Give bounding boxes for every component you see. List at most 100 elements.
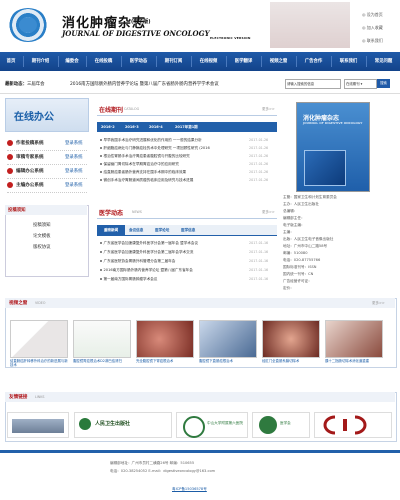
add-favorite-link[interactable]: ◎ 加入收藏: [362, 25, 383, 31]
news-list-item[interactable]: 2016南方国际肠外肠内营养学论坛 暨第八届广东省年会: [100, 268, 193, 273]
nav-contact[interactable]: 联系我们: [332, 52, 365, 71]
tab-forum[interactable]: 医学论坛: [155, 225, 169, 235]
video-caption[interactable]: 腹腔镜胃癌根治术D2淋巴结清扫: [73, 359, 133, 363]
contact-link[interactable]: ◎ 联系我们: [362, 38, 383, 44]
partner-logo-cmda[interactable]: [314, 412, 392, 438]
nav-medical-news[interactable]: 医学动态: [122, 52, 155, 71]
nav-translation[interactable]: 医学翻译: [227, 52, 260, 71]
tab-issue[interactable]: 2016-2: [101, 122, 115, 132]
set-homepage-link[interactable]: ◎ 设为首页: [362, 12, 383, 18]
system-label: 主编办公系统: [16, 183, 44, 188]
info-line: 国内统一刊号：CN: [283, 272, 314, 276]
catalog-list-item[interactable]: 保留幽门胃切除术在早期胃癌治疗中的应用研究: [100, 162, 179, 167]
partner-logo-medical-assoc[interactable]: 医学会: [252, 412, 310, 438]
catalog-item-date: 2017-01-26: [249, 138, 269, 142]
video-caption[interactable]: 胰十二指肠切除术消化道重建: [325, 359, 385, 363]
catalog-item-date: 2017-01-26: [249, 178, 269, 182]
video-thumbnail[interactable]: [262, 320, 320, 358]
video-more-link[interactable]: 更多>>: [372, 301, 385, 306]
video-thumbnail[interactable]: [73, 320, 131, 358]
video-thumbnail[interactable]: [199, 320, 257, 358]
info-line: 国际标准刊号：ISSN: [283, 265, 317, 269]
info-line: 邮编：510080: [283, 251, 308, 255]
nav-journal-intro[interactable]: 期刊介绍: [24, 52, 57, 71]
catalog-list-item[interactable]: 微创手术治疗胃肠道间质瘤的临床应用及研究与技术进展: [100, 178, 193, 183]
video-thumbnail[interactable]: [325, 320, 383, 358]
catalog-title: 在线期刊: [99, 107, 124, 114]
catalog-subtitle: CATALOG: [124, 107, 140, 111]
info-line: 电子版主编：: [283, 223, 305, 227]
catalog-list-item[interactable]: 结直肠癌患者肠外营养支持在围手术期中的临床效果: [100, 170, 186, 175]
partner-logo-building[interactable]: [7, 412, 69, 438]
footer-contact: 电话：020-38254052 E-mail：digestiveoncology…: [110, 469, 216, 473]
info-line: 地址：广州市中山二路58号: [283, 244, 328, 248]
login-link[interactable]: 登录系统: [65, 182, 83, 188]
catalog-item-date: 2017-01-26: [249, 154, 269, 158]
cover-illustration: [304, 150, 346, 186]
cmda-icon: [323, 415, 367, 435]
tab-issue-current[interactable]: 2017年第1期: [175, 122, 198, 132]
login-link[interactable]: 登录系统: [65, 140, 83, 146]
search-category-select[interactable]: 在线期刊 ▾: [344, 79, 377, 89]
login-link[interactable]: 登录系统: [65, 168, 83, 174]
search-input[interactable]: 请输入搜索的信息: [285, 79, 341, 89]
news-list-item[interactable]: 广东省医学会加速康复外科医学分会第一届年会 暨学术会议: [100, 241, 198, 246]
guide-link[interactable]: 版权协议: [33, 244, 51, 250]
news-item-date: 2017-01-16: [249, 268, 269, 272]
login-link[interactable]: 登录系统: [65, 154, 83, 160]
system-row-editor: 编辑办公系统 登录系统: [7, 165, 87, 179]
video-caption[interactable]: 完全腹腔镜下胃癌根治术: [136, 359, 196, 363]
catalog-list-item[interactable]: 肝细胞癌病灶与门静脉癌栓的术中处理研究 一项回顾性研究 (2016: [100, 146, 210, 151]
nav-advertising[interactable]: 广告合作: [297, 52, 330, 71]
info-line: 电话：020-87755766: [283, 258, 321, 262]
news-more-link[interactable]: 更多>>: [262, 210, 275, 215]
ticker-item[interactable]: 2016南方国际肠外肠内营养学论坛 暨第八届广东省肠外肠内营养学学术会议: [70, 81, 219, 87]
nav-online-video[interactable]: 在线视频: [192, 52, 225, 71]
tab-conferences[interactable]: 会议信息: [129, 225, 143, 235]
nav-submission[interactable]: 在线投稿: [87, 52, 120, 71]
catalog-more-link[interactable]: 更多>>: [262, 107, 275, 112]
news-list-item[interactable]: 第一届南方国际胃肠肿瘤学术会议: [100, 277, 157, 282]
catalog-list-item[interactable]: 早早我国手术治疗研究进展和优化的作用的 一一般的结果分析: [100, 138, 202, 143]
search-button[interactable]: 搜索: [377, 79, 390, 88]
catalog-list-item[interactable]: 根治性胃肠手术治疗胃癌患者腹腔镜与开腹的比较研究: [100, 154, 190, 159]
info-line: 出版：人民卫生电子音像出版社: [283, 237, 334, 241]
partner-logo-pmph[interactable]: 人民卫生出版社: [74, 412, 172, 438]
video-caption[interactable]: 结直肠癌肝转移外科治疗的新进展与新技术: [10, 359, 70, 368]
guide-link[interactable]: 投稿须知: [33, 222, 51, 228]
editor-icon: [7, 168, 13, 174]
nav-home[interactable]: 首页: [0, 52, 22, 71]
journal-electronic-version: ELECTRONIC VERSION: [210, 36, 251, 40]
guide-link[interactable]: 论文模板: [33, 233, 51, 239]
tab-issue[interactable]: 2016-3: [125, 122, 139, 132]
partner-logo-sysu[interactable]: 中山大学附属第六医院: [176, 412, 248, 438]
cover-subtitle: JOURNAL OF DIGESTIVE ONCOLOGY: [303, 121, 363, 125]
video-caption[interactable]: 经肛门全直肠系膜切除术: [262, 359, 322, 363]
nav-subscription[interactable]: 期刊订阅: [157, 52, 190, 71]
nav-editorial-board[interactable]: 编委会: [59, 52, 85, 71]
footer-address: 编辑部地址：广州市员村二横路26号 邮编：510655: [110, 461, 195, 465]
tab-issue[interactable]: 2016-4: [149, 122, 163, 132]
nav-faq[interactable]: 常见问题: [367, 52, 400, 71]
nav-video-window[interactable]: 视频之窗: [262, 52, 295, 71]
news-tabs: 重磅新闻 会议信息 医学论坛 医学信息: [97, 225, 277, 236]
news-item-date: 2017-01-16: [249, 277, 269, 281]
video-thumbnail[interactable]: [10, 320, 68, 358]
system-row-chief-editor: 主编办公系统 登录系统: [7, 179, 87, 193]
video-subtitle: VIDEO: [35, 301, 46, 305]
video-thumbnail[interactable]: [136, 320, 194, 358]
header: [0, 0, 400, 50]
tab-headlines[interactable]: 重磅新闻: [97, 225, 125, 235]
globe-icon: [19, 17, 37, 33]
guide-title: 投稿须知: [8, 208, 26, 213]
news-list-item[interactable]: 广东省医学会加速康复外科医学分会第二届年会学术交流: [100, 250, 193, 255]
video-caption[interactable]: 腹腔镜下直肠癌根治术: [199, 359, 259, 363]
info-line: 主办：人民卫生出版社: [283, 202, 319, 206]
news-list-item[interactable]: 广东省医院协会胃肠外科管理分会第二届年会: [100, 259, 175, 264]
online-office-title: 在线办公: [14, 112, 54, 123]
tab-med-info[interactable]: 医学信息: [181, 225, 195, 235]
icp-link[interactable]: 粤ICP备15036578号: [172, 487, 207, 492]
news-item-date: 2017-01-16: [249, 250, 269, 254]
ticker-item[interactable]: 三届年会: [27, 81, 45, 87]
system-label: 编辑办公系统: [16, 169, 44, 174]
